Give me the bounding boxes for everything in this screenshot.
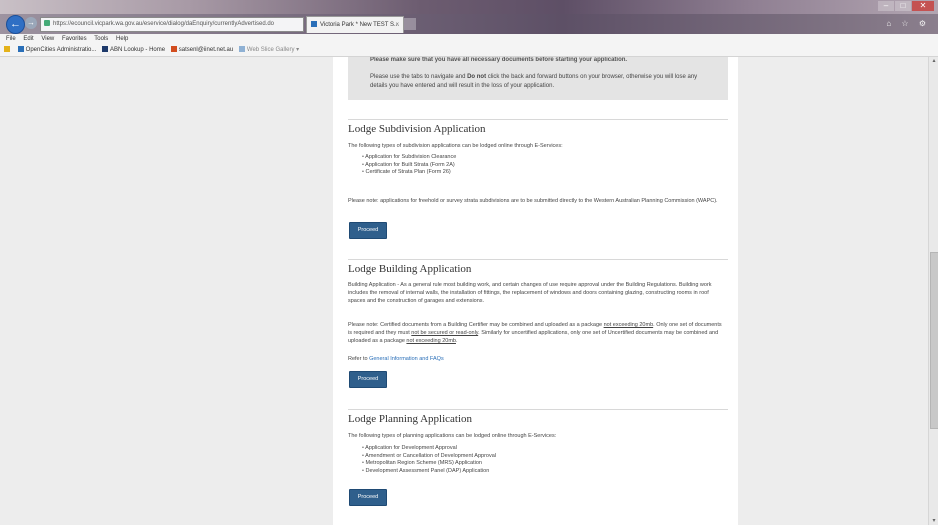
window-title-bar: – □ ✕	[0, 0, 938, 14]
webslice-icon	[238, 46, 245, 53]
subdivision-list: Application for Subdivision Clearance Ap…	[362, 154, 456, 177]
list-item: Application for Built Strata (Form 2A)	[362, 162, 456, 170]
list-item: Application for Development Approval	[362, 445, 496, 453]
scroll-up-arrow-icon[interactable]: ▴	[929, 57, 938, 65]
tab-title: Victoria Park * New TEST S...	[320, 22, 400, 28]
menu-edit[interactable]: Edit	[23, 36, 33, 42]
lock-icon	[44, 20, 50, 27]
navigation-bar: ← → https://ecouncil.vicpark.wa.gov.au/e…	[0, 14, 938, 34]
notice-line-2: Please use the tabs to navigate and Do n…	[370, 74, 698, 89]
close-window-button[interactable]: ✕	[912, 1, 934, 11]
new-tab-button[interactable]	[404, 18, 416, 30]
menu-favorites[interactable]: Favorites	[62, 36, 87, 42]
favorite-web-slice[interactable]: Web Slice Gallery ▾	[238, 46, 299, 53]
planning-title: Lodge Planning Application	[348, 413, 473, 425]
section-divider	[348, 409, 728, 410]
mail-icon	[170, 46, 177, 53]
favorite-email[interactable]: satsenl@iinet.net.au	[170, 46, 233, 53]
building-note: Please note: Certified documents from a …	[348, 322, 722, 345]
page-icon	[102, 46, 109, 53]
favorites-star[interactable]	[4, 46, 12, 53]
favorite-opencities[interactable]: OpenCities Administratio...	[17, 46, 96, 53]
building-refer: Refer to General Information and FAQs	[348, 356, 444, 362]
address-url: https://ecouncil.vicpark.wa.gov.au/eserv…	[53, 21, 275, 27]
subdivision-intro: The following types of subdivision appli…	[348, 143, 563, 149]
general-info-faqs-link[interactable]: General Information and FAQs	[369, 356, 444, 362]
site-favicon-icon	[311, 21, 317, 28]
tab-close-icon[interactable]: ×	[395, 17, 399, 33]
planning-list: Application for Development Approval Ame…	[362, 445, 496, 475]
page-icon	[17, 46, 24, 53]
page-viewport: Please make sure that you have all neces…	[0, 57, 928, 525]
list-item: Amendment or Cancellation of Development…	[362, 453, 496, 461]
scroll-down-arrow-icon[interactable]: ▾	[929, 517, 938, 525]
building-proceed-button[interactable]: Proceed	[349, 371, 387, 388]
menu-bar: File Edit View Favorites Tools Help	[0, 34, 938, 44]
planning-intro: The following types of planning applicat…	[348, 433, 557, 439]
scroll-thumb[interactable]	[930, 252, 938, 429]
section-divider	[348, 119, 728, 120]
subdivision-note: Please note: applications for freehold o…	[348, 198, 718, 204]
vertical-scrollbar[interactable]: ▴ ▾	[928, 57, 938, 525]
window-controls: – □ ✕	[878, 1, 934, 11]
favorite-abn-lookup[interactable]: ABN Lookup - Home	[102, 46, 165, 53]
browser-tab[interactable]: Victoria Park * New TEST S... ×	[306, 16, 404, 33]
building-title: Lodge Building Application	[348, 263, 472, 275]
notice-line-1: Please make sure that you have all neces…	[370, 57, 628, 63]
menu-help[interactable]: Help	[116, 36, 128, 42]
section-divider	[348, 259, 728, 260]
list-item: Metropolitan Region Scheme (MRS) Applica…	[362, 460, 496, 468]
star-icon	[4, 46, 10, 53]
menu-file[interactable]: File	[6, 36, 16, 42]
maximize-button[interactable]: □	[895, 1, 911, 11]
forward-button[interactable]: →	[25, 17, 37, 29]
notice-box: Please make sure that you have all neces…	[348, 57, 728, 100]
subdivision-title: Lodge Subdivision Application	[348, 123, 486, 135]
list-item: Certificate of Strata Plan (Form 26)	[362, 169, 456, 177]
subdivision-proceed-button[interactable]: Proceed	[349, 222, 387, 239]
building-intro: Building Application - As a general rule…	[348, 282, 712, 305]
menu-view[interactable]: View	[41, 36, 54, 42]
address-bar[interactable]: https://ecouncil.vicpark.wa.gov.au/eserv…	[40, 17, 304, 32]
list-item: Application for Subdivision Clearance	[362, 154, 456, 162]
menu-tools[interactable]: Tools	[94, 36, 108, 42]
back-button[interactable]: ←	[6, 15, 25, 34]
minimize-button[interactable]: –	[878, 1, 894, 11]
toolbar-icons[interactable]: ⌂ ☆ ⚙	[886, 19, 930, 28]
list-item: Development Assessment Panel (DAP) Appli…	[362, 468, 496, 476]
favorites-bar: OpenCities Administratio... ABN Lookup -…	[0, 44, 938, 57]
planning-proceed-button[interactable]: Proceed	[349, 489, 387, 506]
